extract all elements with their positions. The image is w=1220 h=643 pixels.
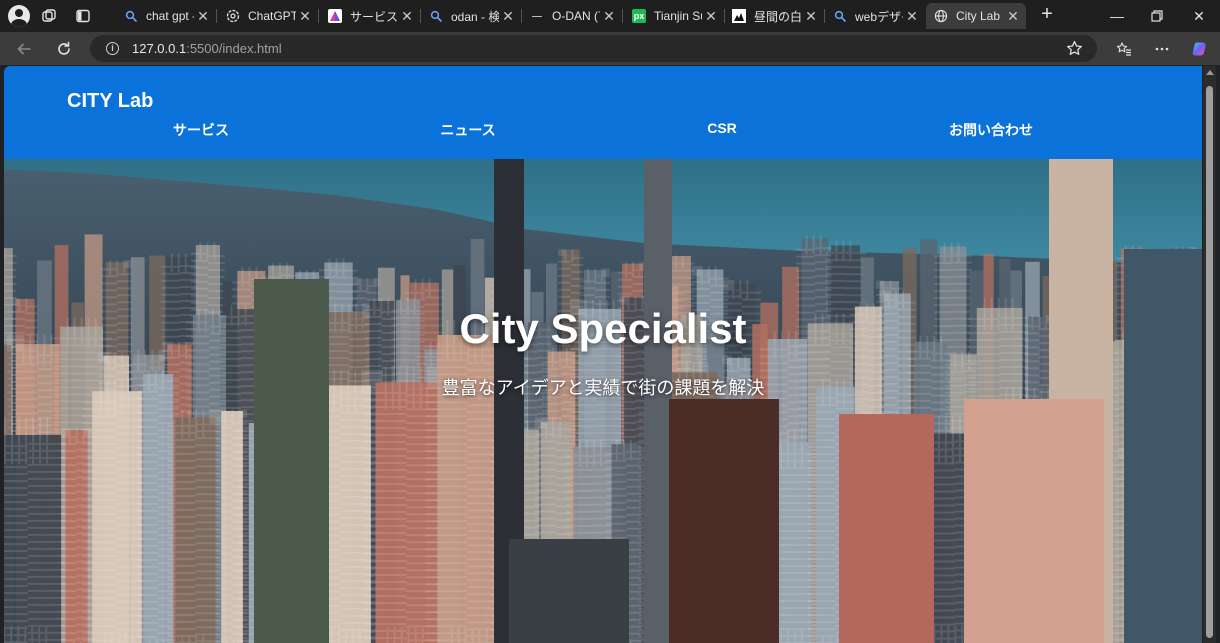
site-header: CITY Lab サービス ニュース CSR お問い合わせ — [4, 66, 1202, 159]
scrollbar-thumb[interactable] — [1206, 86, 1213, 638]
tab-title: 昼間の白と — [754, 9, 802, 24]
refresh-icon — [58, 41, 70, 55]
browser-tab[interactable]: odan - 検 ✕ — [421, 3, 521, 29]
copilot-button[interactable] — [1188, 37, 1212, 61]
tab-close-icon[interactable]: ✕ — [802, 8, 820, 25]
more-menu-button[interactable] — [1150, 37, 1174, 61]
favorite-star-icon[interactable] — [1066, 40, 1083, 57]
skyline-tower — [839, 414, 934, 643]
nav-link-news[interactable]: ニュース — [440, 120, 495, 140]
tab-close-icon[interactable]: ✕ — [194, 8, 212, 25]
address-bar[interactable]: i 127.0.0.1:5500/index.html — [90, 35, 1097, 62]
url-text[interactable]: 127.0.0.1:5500/index.html — [132, 41, 282, 56]
new-tab-button[interactable]: + — [1036, 4, 1058, 26]
search-icon — [429, 9, 443, 23]
browser-toolbar: i 127.0.0.1:5500/index.html — [0, 32, 1220, 65]
workspaces-icon[interactable] — [34, 1, 64, 31]
tab-close-icon[interactable]: ✕ — [600, 8, 618, 25]
tab-close-icon[interactable]: ✕ — [702, 8, 720, 25]
dash-icon: — — [532, 10, 542, 22]
px-icon: px — [632, 9, 646, 23]
site-logo[interactable]: CITY Lab — [67, 90, 153, 113]
page-scrollbar[interactable] — [1203, 66, 1216, 643]
back-button[interactable] — [12, 37, 36, 61]
tab-separator — [318, 9, 319, 23]
browser-tab[interactable]: ChatGPT ✕ — [218, 3, 318, 29]
skyline-tower — [964, 399, 1104, 643]
nav-link-csr[interactable]: CSR — [707, 120, 737, 136]
profile-avatar[interactable] — [8, 5, 30, 27]
favorites-button[interactable] — [1112, 37, 1136, 61]
tab-title: City Lab — [956, 9, 1001, 23]
browser-tab[interactable]: webデザイ✕ — [825, 3, 925, 29]
tab-title: サービス・プ — [350, 9, 398, 24]
site-info-icon[interactable]: i — [106, 42, 119, 55]
back-arrow-icon — [17, 43, 31, 55]
tab-close-icon[interactable]: ✕ — [398, 8, 416, 25]
tab-title: Tianjin Su — [654, 9, 702, 23]
nav-link-contact[interactable]: お問い合わせ — [949, 120, 1033, 140]
tab-title: webデザイ — [855, 9, 903, 24]
browser-tab[interactable]: 昼間の白と✕ — [724, 3, 824, 29]
tab-title: odan - 検 — [451, 9, 499, 24]
tab-title: chat gpt - — [146, 9, 194, 23]
browser-tab[interactable]: City Lab ✕ — [926, 3, 1026, 29]
refresh-button[interactable] — [52, 37, 76, 61]
chatgpt-icon — [226, 9, 240, 23]
restore-button[interactable] — [1136, 0, 1178, 32]
skyline-tower — [509, 539, 629, 643]
skyline-tower — [669, 399, 779, 643]
more-dots-icon — [1155, 47, 1169, 51]
browser-tab[interactable]: — O-DAN (7 ✕ — [522, 3, 622, 29]
globe-icon — [934, 9, 948, 23]
tab-close-icon[interactable]: ✕ — [1004, 8, 1022, 25]
tab-close-icon[interactable]: ✕ — [296, 8, 314, 25]
tab-close-icon[interactable]: ✕ — [903, 8, 921, 25]
nav-link-services[interactable]: サービス — [173, 120, 229, 140]
tab-separator — [216, 9, 217, 23]
restore-icon — [1151, 10, 1163, 22]
site-icon — [732, 9, 746, 23]
minimize-button[interactable]: — — [1096, 0, 1138, 32]
skyline-tower — [644, 159, 672, 643]
search-icon — [833, 9, 847, 23]
copilot-icon — [1192, 42, 1206, 56]
hero-subtitle: 豊富なアイデアと実績で街の課題を解決 — [441, 378, 765, 398]
site-icon — [328, 9, 342, 23]
scroll-up-arrow-icon[interactable] — [1206, 70, 1214, 75]
close-window-button[interactable]: ✕ — [1178, 0, 1220, 32]
hero-section: City Specialist 豊富なアイデアと実績で街の課題を解決 — [4, 159, 1202, 643]
browser-tab[interactable]: chat gpt - ✕ — [116, 3, 216, 29]
tab-close-icon[interactable]: ✕ — [499, 8, 517, 25]
tab-title: ChatGPT — [248, 9, 296, 23]
page-viewport: CITY Lab サービス ニュース CSR お問い合わせ City Speci… — [4, 66, 1202, 643]
browser-tab[interactable]: サービス・プ✕ — [320, 3, 420, 29]
tab-title: O-DAN (7 — [552, 9, 600, 23]
hero-title: City Specialist — [459, 305, 747, 352]
search-icon — [124, 9, 138, 23]
vertical-tabs-icon[interactable] — [68, 1, 98, 31]
favorites-list-icon — [1116, 42, 1131, 56]
tab-separator — [622, 9, 623, 23]
hero-city-skyline-image — [4, 159, 1202, 643]
browser-tab[interactable]: px Tianjin Su ✕ — [624, 3, 724, 29]
